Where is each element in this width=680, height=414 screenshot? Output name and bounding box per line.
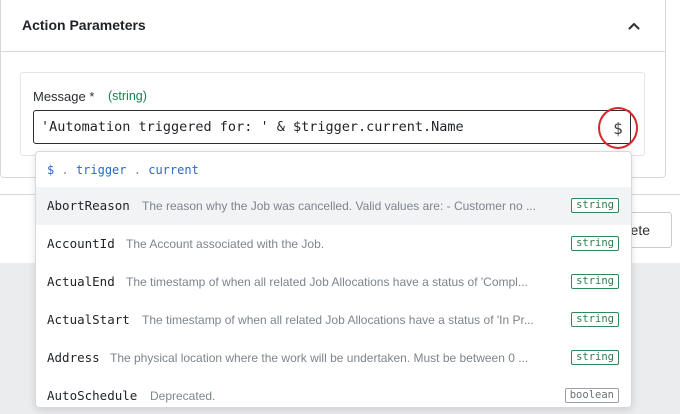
- item-description: Deprecated.: [150, 389, 216, 403]
- path-separator: .: [133, 163, 141, 177]
- dollar-icon: $: [613, 118, 623, 138]
- item-description: The timestamp of when all related Job Al…: [126, 275, 528, 289]
- message-input-value: 'Automation triggered for: ' & $trigger.…: [41, 119, 464, 135]
- item-description: The timestamp of when all related Job Al…: [142, 313, 534, 327]
- path-segment-trigger[interactable]: trigger: [76, 163, 127, 177]
- message-field-label: Message *: [33, 89, 95, 104]
- panel-title: Action Parameters: [22, 17, 146, 33]
- item-name: Address: [47, 350, 100, 365]
- type-badge: string: [571, 274, 619, 289]
- item-name: AbortReason: [47, 198, 130, 213]
- item-description: The reason why the Job was cancelled. Va…: [142, 199, 536, 213]
- dropdown-item-abortreason[interactable]: AbortReason The reason why the Job was c…: [36, 187, 631, 225]
- message-field-type: (string): [108, 89, 147, 103]
- path-segment-current[interactable]: current: [148, 163, 199, 177]
- type-badge: string: [571, 198, 619, 213]
- message-input[interactable]: 'Automation triggered for: ' & $trigger.…: [33, 110, 631, 144]
- type-badge: string: [571, 312, 619, 327]
- path-separator: .: [61, 163, 69, 177]
- type-badge: boolean: [564, 388, 619, 403]
- collapse-button[interactable]: [622, 16, 646, 36]
- path-root[interactable]: $: [47, 163, 54, 177]
- item-name: AutoSchedule: [47, 388, 138, 403]
- panel-header[interactable]: Action Parameters: [1, 0, 665, 52]
- chevron-up-icon: [628, 23, 640, 30]
- insert-variable-button[interactable]: $: [598, 107, 638, 149]
- item-name: ActualEnd: [47, 274, 115, 289]
- item-description: The physical location where the work wil…: [110, 351, 529, 365]
- dropdown-item-actualstart[interactable]: ActualStart The timestamp of when all re…: [36, 301, 631, 339]
- dropdown-item-autoschedule[interactable]: AutoSchedule Deprecated. boolean: [36, 377, 631, 407]
- type-badge: string: [571, 236, 619, 251]
- item-name: AccountId: [47, 236, 115, 251]
- variable-path-breadcrumb: $ . trigger . current: [47, 163, 199, 177]
- dropdown-item-address[interactable]: Address The physical location where the …: [36, 339, 631, 377]
- item-name: ActualStart: [47, 312, 130, 327]
- type-badge: string: [571, 350, 619, 365]
- dropdown-item-accountid[interactable]: AccountId The Account associated with th…: [36, 225, 631, 263]
- variable-dropdown: $ . trigger . current AbortReason The re…: [35, 151, 632, 408]
- item-description: The Account associated with the Job.: [126, 237, 325, 251]
- dropdown-item-actualend[interactable]: ActualEnd The timestamp of when all rela…: [36, 263, 631, 301]
